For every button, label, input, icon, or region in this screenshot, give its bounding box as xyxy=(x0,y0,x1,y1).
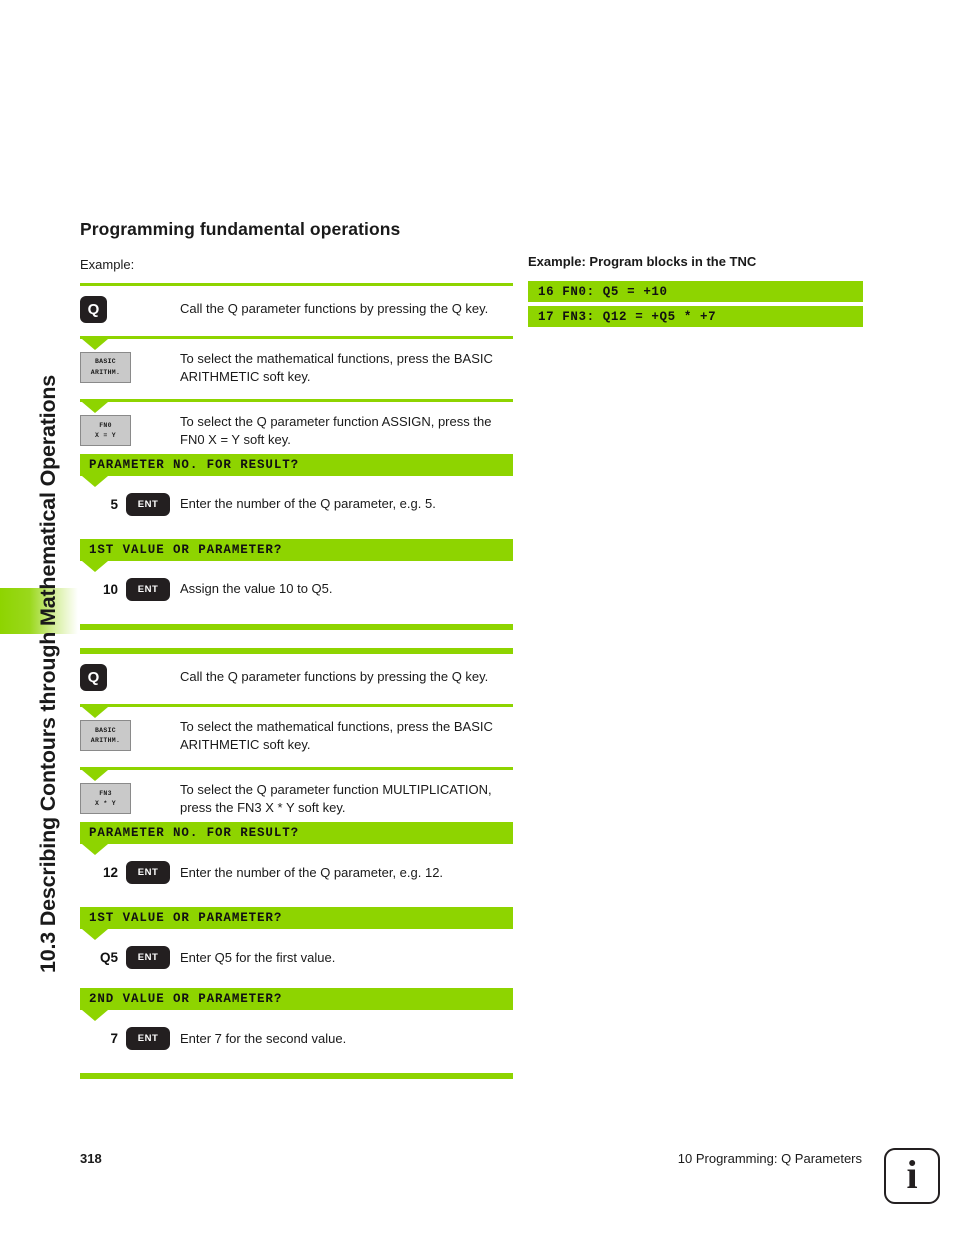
prompt-bar: 1ST VALUE OR PARAMETER? xyxy=(80,907,513,930)
flow-arrow-icon xyxy=(80,402,513,414)
step-sequence: Q Call the Q parameter functions by pres… xyxy=(80,283,513,1080)
example-label: Example: xyxy=(80,257,135,272)
prompt-bar: 2ND VALUE OR PARAMETER? xyxy=(80,988,513,1011)
step-description: Call the Q parameter functions by pressi… xyxy=(180,669,489,685)
footer-page-number: 318 xyxy=(80,1151,102,1166)
prompt-bar: 1ST VALUE OR PARAMETER? xyxy=(80,539,513,562)
step-description: To select the Q parameter function ASSIG… xyxy=(180,414,492,447)
prompt-bar: PARAMETER NO. FOR RESULT? xyxy=(80,454,513,477)
ent-key-button[interactable]: ENT xyxy=(126,1026,170,1050)
key-cell: ENT xyxy=(126,1026,180,1050)
step-row: 5 ENT Enter the number of the Q paramete… xyxy=(80,487,513,521)
key-cell: ENT xyxy=(126,577,180,601)
step-row: BASIC ARITHM. To select the mathematical… xyxy=(80,350,513,385)
q-key-button[interactable]: Q xyxy=(80,663,107,691)
entered-value: 10 xyxy=(102,581,118,597)
flow-arrow-icon xyxy=(80,770,513,782)
step-description: To select the Q parameter function MULTI… xyxy=(180,782,492,815)
flow-arrow-icon xyxy=(80,929,513,941)
flow-arrow-icon xyxy=(80,1010,513,1022)
flow-arrow-icon xyxy=(80,844,513,856)
step-description: Enter the number of the Q parameter, e.g… xyxy=(180,864,444,880)
flow-arrow-icon xyxy=(80,561,513,573)
softkey-label-line2: ARITHM. xyxy=(90,736,121,744)
key-cell: BASIC ARITHM. xyxy=(80,352,180,384)
softkey-label-line1: BASIC xyxy=(94,726,116,734)
step-row: 7 ENT Enter 7 for the second value. xyxy=(80,1021,513,1055)
page-content: Programming fundamental operations Examp… xyxy=(80,0,870,1235)
key-cell: FN3 X * Y xyxy=(80,783,180,815)
key-cell: ENT xyxy=(126,860,180,884)
ent-key-button[interactable]: ENT xyxy=(126,860,170,884)
step-description: Enter the number of the Q parameter, e.g… xyxy=(180,496,436,512)
flow-arrow-icon xyxy=(80,476,513,488)
info-icon: i xyxy=(884,1148,940,1204)
softkey-label-line2: ARITHM. xyxy=(90,368,121,376)
key-cell: BASIC ARITHM. xyxy=(80,720,180,752)
entered-value: 7 xyxy=(110,1030,118,1046)
ent-key-button[interactable]: ENT xyxy=(126,577,170,601)
program-block-line: 17 FN3: Q12 = +Q5 * +7 xyxy=(528,306,863,327)
section-divider-rule xyxy=(80,1073,513,1080)
softkey-basic-arithm[interactable]: BASIC ARITHM. xyxy=(80,720,131,752)
step-description: To select the mathematical functions, pr… xyxy=(180,719,493,752)
step-row: 12 ENT Enter the number of the Q paramet… xyxy=(80,855,513,889)
softkey-fn0[interactable]: FN0 X = Y xyxy=(80,415,131,447)
page-title: Programming fundamental operations xyxy=(80,219,401,239)
softkey-fn3[interactable]: FN3 X * Y xyxy=(80,783,131,815)
step-description: Assign the value 10 to Q5. xyxy=(180,581,333,597)
key-cell: ENT xyxy=(126,945,180,969)
program-blocks-title: Example: Program blocks in the TNC xyxy=(528,254,757,269)
step-description: Enter Q5 for the first value. xyxy=(180,949,336,965)
softkey-label-line2: X = Y xyxy=(94,431,116,439)
program-blocks-panel: Example: Program blocks in the TNC 16 FN… xyxy=(528,254,863,331)
prompt-bar: PARAMETER NO. FOR RESULT? xyxy=(80,822,513,845)
step-row: Q Call the Q parameter functions by pres… xyxy=(80,292,513,326)
step-row: Q Call the Q parameter functions by pres… xyxy=(80,660,513,694)
entered-value: 12 xyxy=(102,864,118,880)
key-cell: Q xyxy=(80,295,180,323)
step-row: BASIC ARITHM. To select the mathematical… xyxy=(80,718,513,753)
step-description: Call the Q parameter functions by pressi… xyxy=(180,301,489,317)
softkey-label-line2: X * Y xyxy=(94,799,116,807)
q-key-button[interactable]: Q xyxy=(80,295,107,323)
ent-key-button[interactable]: ENT xyxy=(126,492,170,516)
softkey-label-line1: BASIC xyxy=(94,358,116,366)
key-cell: ENT xyxy=(126,492,180,516)
step-row: FN3 X * Y To select the Q parameter func… xyxy=(80,781,513,816)
softkey-label-line1: FN0 xyxy=(99,421,112,429)
footer-chapter-label: 10 Programming: Q Parameters xyxy=(677,1151,862,1166)
step-row: Q5 ENT Enter Q5 for the first value. xyxy=(80,940,513,974)
step-description: Enter 7 for the second value. xyxy=(180,1030,347,1046)
softkey-basic-arithm[interactable]: BASIC ARITHM. xyxy=(80,352,131,384)
entered-value: 5 xyxy=(110,496,118,512)
ent-key-button[interactable]: ENT xyxy=(126,945,170,969)
program-block-line: 16 FN0: Q5 = +10 xyxy=(528,281,863,302)
step-row: 10 ENT Assign the value 10 to Q5. xyxy=(80,572,513,606)
step-description: To select the mathematical functions, pr… xyxy=(180,351,493,384)
key-cell: Q xyxy=(80,663,180,691)
flow-arrow-icon xyxy=(80,339,513,350)
sidebar-chapter-title: 10.3 Describing Contours through Mathema… xyxy=(36,374,60,973)
flow-arrow-icon xyxy=(80,707,513,719)
softkey-label-line1: FN3 xyxy=(99,789,112,797)
step-row: FN0 X = Y To select the Q parameter func… xyxy=(80,413,513,448)
key-cell: FN0 X = Y xyxy=(80,415,180,447)
entered-value: Q5 xyxy=(99,949,118,965)
